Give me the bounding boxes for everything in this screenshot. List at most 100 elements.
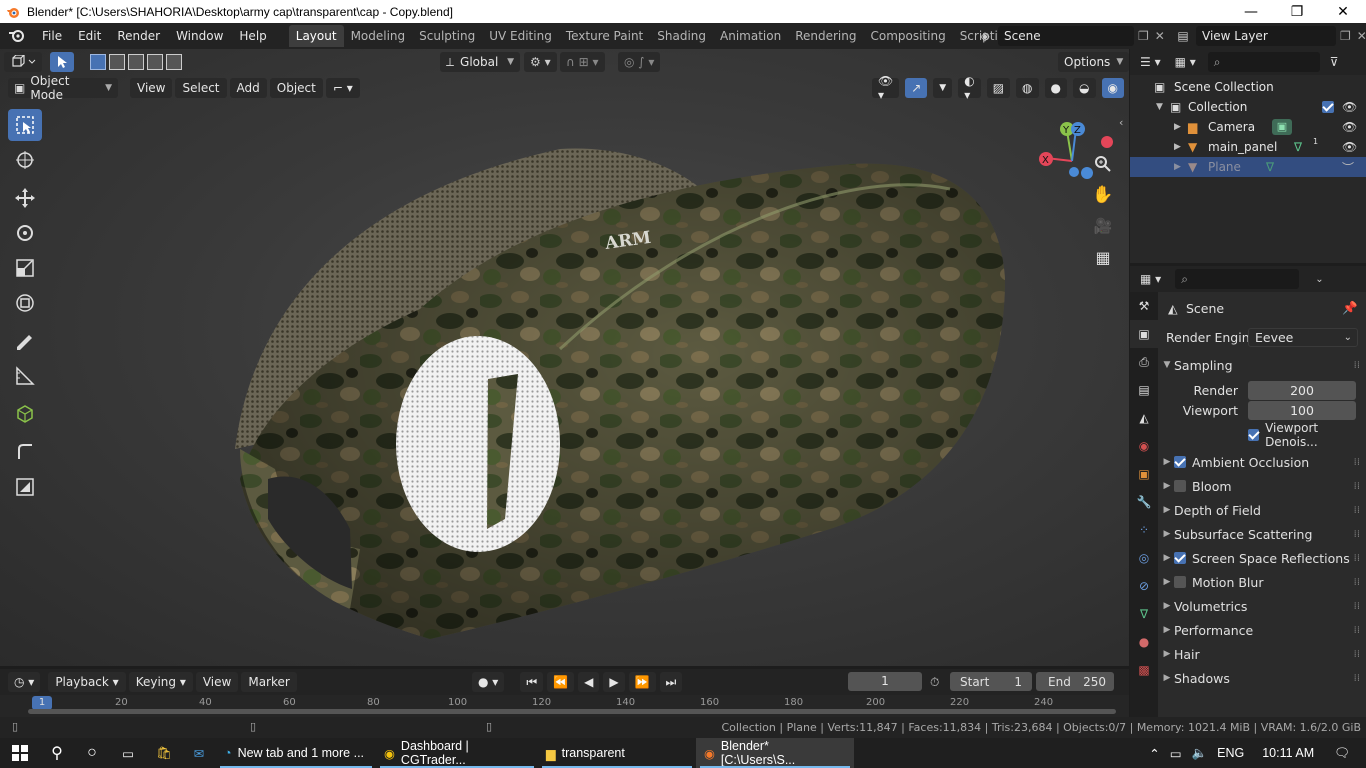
scale-tool[interactable] bbox=[8, 252, 42, 284]
render-engine-dropdown[interactable]: Eevee ⌄ bbox=[1248, 327, 1358, 347]
screen-space-reflections-checkbox[interactable] bbox=[1174, 552, 1186, 564]
visibility-dropdown[interactable]: 👁 ▾ bbox=[872, 74, 900, 102]
cursor-tool[interactable] bbox=[8, 144, 42, 176]
stopwatch-icon[interactable]: ⏱ bbox=[930, 675, 939, 690]
close-button[interactable]: ✕ bbox=[1320, 0, 1366, 23]
zoom-button[interactable] bbox=[1088, 149, 1118, 179]
chevron-up-icon[interactable]: ⌃ bbox=[1149, 746, 1159, 761]
jump-to-start-button[interactable]: ⏮ bbox=[520, 672, 544, 692]
3d-viewport[interactable]: ARM ⟂ Global ▼ ⚙ ▾ ∩ ⊞ ▾ ◎ ∫ ▾ Options ▼ bbox=[0, 49, 1129, 666]
jump-to-keyframe-back-button[interactable]: ⏪ bbox=[547, 672, 575, 692]
menu-select[interactable]: Select bbox=[175, 78, 227, 98]
pivot-point-dropdown[interactable]: ⚙ ▾ bbox=[524, 52, 557, 72]
outliner-item-main-panel[interactable]: ▶ ▼ main_panel ∇ 1 👁 bbox=[1130, 137, 1366, 157]
select-subtract-icon[interactable] bbox=[128, 54, 144, 70]
volumetrics-panel[interactable]: ▶ Volumetrics ⁞⁞ bbox=[1158, 594, 1366, 618]
render-tab[interactable]: ▣ bbox=[1130, 320, 1158, 348]
performance-panel[interactable]: ▶ Performance ⁞⁞ bbox=[1158, 618, 1366, 642]
menu-edit[interactable]: Edit bbox=[70, 23, 109, 49]
play-reverse-button[interactable]: ◀ bbox=[578, 672, 600, 692]
xray-toggle[interactable]: ▨ bbox=[986, 78, 1011, 98]
view-layer-tab[interactable]: ▤ bbox=[1130, 376, 1158, 404]
material-tab[interactable]: ● bbox=[1130, 628, 1158, 656]
task-view-button[interactable]: ▭ bbox=[110, 738, 146, 768]
outliner-item-plane[interactable]: ▶ ▼ Plane ∇ ︶ bbox=[1130, 157, 1366, 177]
marker-menu[interactable]: Marker bbox=[241, 672, 297, 692]
pin-icon[interactable]: 📌 bbox=[1342, 300, 1358, 316]
sidebar-toggle-icon[interactable]: ‹ bbox=[1119, 116, 1123, 129]
drag-handle-icon[interactable]: ⁞⁞ bbox=[1354, 360, 1360, 371]
motion-blur-panel[interactable]: ▶ Motion Blur ⁞⁞ bbox=[1158, 570, 1366, 594]
minimize-button[interactable]: — bbox=[1228, 0, 1274, 23]
transform-affect-dropdown[interactable]: ⌐ ▾ bbox=[325, 78, 360, 98]
tab-shading[interactable]: Shading bbox=[650, 25, 713, 47]
properties-options-chevron[interactable]: ⌄ bbox=[1315, 274, 1323, 285]
world-tab[interactable]: ◉ bbox=[1130, 432, 1158, 460]
playback-dropdown[interactable]: Playback ▾ bbox=[48, 672, 126, 692]
tab-compositing[interactable]: Compositing bbox=[863, 25, 952, 47]
drag-handle-icon[interactable]: ⁞⁞ bbox=[1354, 481, 1360, 492]
screen-space-reflections-panel[interactable]: ▶ Screen Space Reflections ⁞⁞ bbox=[1158, 546, 1366, 570]
viewport-denoising-checkbox[interactable] bbox=[1248, 429, 1260, 441]
editor-type-button[interactable] bbox=[4, 52, 42, 72]
render-samples-field[interactable]: 200 bbox=[1248, 380, 1356, 400]
copy-view-layer-icon[interactable]: ❐ bbox=[1340, 29, 1351, 43]
timeline-view-menu[interactable]: View bbox=[195, 672, 239, 692]
jump-to-end-button[interactable]: ⏭ bbox=[659, 672, 683, 692]
tab-sculpting[interactable]: Sculpting bbox=[412, 25, 482, 47]
mail-button[interactable]: ✉ bbox=[182, 738, 216, 768]
tab-uv-editing[interactable]: UV Editing bbox=[482, 25, 559, 47]
cap-model[interactable]: ARM bbox=[0, 49, 1129, 666]
play-button[interactable]: ▶ bbox=[603, 672, 625, 692]
subsurface-scattering-panel[interactable]: ▶ Subsurface Scattering ⁞⁞ bbox=[1158, 522, 1366, 546]
ambient-occlusion-checkbox[interactable] bbox=[1174, 456, 1186, 468]
network-icon[interactable]: ▭ bbox=[1170, 746, 1182, 761]
gizmo-dropdown[interactable]: ▼ bbox=[933, 78, 953, 98]
taskbar-app-explorer[interactable]: ▆ transparent bbox=[538, 738, 696, 768]
outliner-editor-icon[interactable]: ☰ ▾ bbox=[1140, 55, 1161, 69]
menu-render[interactable]: Render bbox=[109, 23, 168, 49]
drag-handle-icon[interactable]: ⁞⁞ bbox=[1354, 577, 1360, 588]
wireframe-shading-button[interactable]: ◍ bbox=[1016, 78, 1039, 98]
select-extend-icon[interactable] bbox=[109, 54, 125, 70]
select-invert-icon[interactable] bbox=[147, 54, 163, 70]
snap-dropdown[interactable]: ∩ ⊞ ▾ bbox=[560, 52, 605, 72]
ambient-occlusion-panel[interactable]: ▶ Ambient Occlusion ⁞⁞ bbox=[1158, 450, 1366, 474]
clock[interactable]: 10:11 AM bbox=[1262, 746, 1314, 760]
tab-modeling[interactable]: Modeling bbox=[344, 25, 413, 47]
timeline-ruler[interactable]: 1 20 40 60 80 100 120 140 160 180 200 22… bbox=[0, 695, 1129, 717]
solid-shading-button[interactable]: ● bbox=[1044, 78, 1068, 98]
search-button[interactable]: ⚲ bbox=[40, 738, 74, 768]
select-box-tool[interactable] bbox=[8, 109, 42, 141]
playhead[interactable]: 1 bbox=[32, 696, 52, 710]
jump-to-keyframe-forward-button[interactable]: ⏩ bbox=[628, 672, 656, 692]
expand-arrow-icon[interactable]: ▼ bbox=[1156, 102, 1170, 112]
rotate-tool[interactable] bbox=[8, 217, 42, 249]
maximize-button[interactable]: ❐ bbox=[1274, 0, 1320, 23]
tab-rendering[interactable]: Rendering bbox=[788, 25, 863, 47]
menu-view[interactable]: View bbox=[130, 78, 173, 98]
menu-window[interactable]: Window bbox=[168, 23, 231, 49]
perspective-toggle-button[interactable]: ▦ bbox=[1088, 242, 1118, 272]
transform-tool[interactable] bbox=[8, 287, 42, 319]
output-tab[interactable]: ⎙ bbox=[1130, 348, 1158, 376]
properties-search-input[interactable]: ⌕ bbox=[1175, 269, 1300, 289]
sampling-panel-header[interactable]: ▼ Sampling ⁞⁞ bbox=[1158, 350, 1366, 380]
keying-dropdown[interactable]: Keying ▾ bbox=[128, 672, 193, 692]
object-tab[interactable]: ▣ bbox=[1130, 460, 1158, 488]
camera-view-button[interactable]: 🎥 bbox=[1088, 211, 1118, 241]
properties-editor-icon[interactable]: ▦ ▾ bbox=[1140, 272, 1161, 286]
data-tab[interactable]: ∇ bbox=[1130, 600, 1158, 628]
tool-tab[interactable]: ⚒ bbox=[1130, 292, 1158, 320]
outliner-search-input[interactable]: ⌕ bbox=[1207, 52, 1320, 72]
expand-arrow-icon[interactable]: ▶ bbox=[1174, 122, 1188, 132]
scene-tab[interactable]: ◭ bbox=[1130, 404, 1158, 432]
bloom-panel[interactable]: ▶ Bloom ⁞⁞ bbox=[1158, 474, 1366, 498]
taskbar-app-chrome[interactable]: ◉ Dashboard | CGTrader... bbox=[376, 738, 538, 768]
drag-handle-icon[interactable]: ⁞⁞ bbox=[1354, 553, 1360, 564]
expand-arrow-icon[interactable]: ▶ bbox=[1174, 142, 1188, 152]
view-layer-selector[interactable]: View Layer bbox=[1196, 26, 1336, 46]
menu-help[interactable]: Help bbox=[231, 23, 274, 49]
store-button[interactable]: 🛍 bbox=[146, 738, 182, 768]
gizmo-toggle[interactable]: ↗ bbox=[905, 78, 928, 98]
